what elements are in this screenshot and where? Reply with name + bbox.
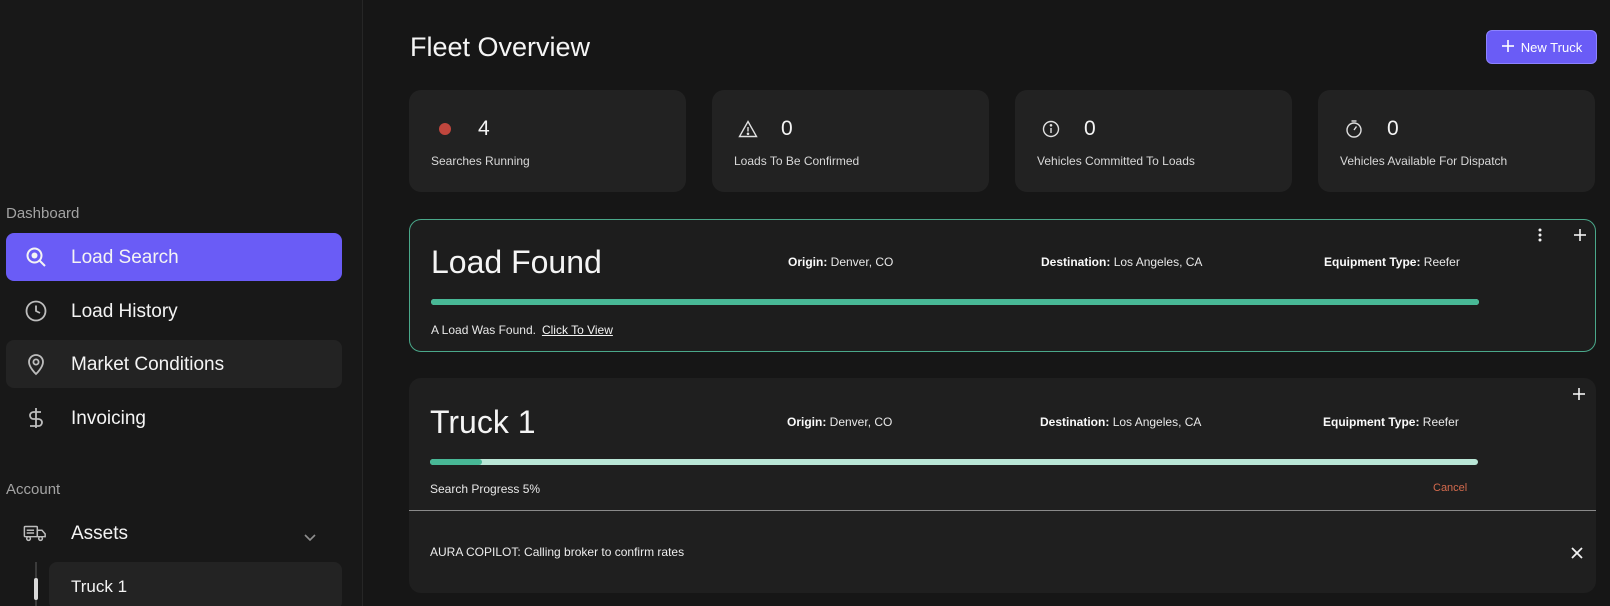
dashboard-section-label: Dashboard xyxy=(6,205,80,222)
stat-card-vehicles-committed: 0 Vehicles Committed To Loads xyxy=(1015,90,1292,192)
map-pin-icon xyxy=(24,352,48,376)
account-section-label: Account xyxy=(6,481,61,498)
new-truck-button[interactable]: New Truck xyxy=(1486,30,1597,64)
stat-value: 4 xyxy=(478,117,490,140)
truck-card: Truck 1 Origin: Denver, CO Destination: … xyxy=(409,378,1596,593)
info-icon xyxy=(1041,119,1061,139)
stat-value: 0 xyxy=(1084,117,1096,140)
stat-card-searches-running: 4 Searches Running xyxy=(409,90,686,192)
tree-active-marker xyxy=(34,578,38,600)
stat-value: 0 xyxy=(1387,117,1399,140)
sidebar-item-label: Load History xyxy=(71,301,178,322)
sidebar-item-load-history[interactable]: Load History xyxy=(6,287,342,335)
sidebar-item-label: Load Search xyxy=(71,247,179,268)
plus-icon xyxy=(1501,39,1515,56)
status-dot-icon xyxy=(439,123,451,135)
page-title: Fleet Overview xyxy=(410,32,591,62)
load-found-card[interactable]: Load Found Origin: Denver, CO Destinatio… xyxy=(409,219,1596,352)
destination-field: Destination: Los Angeles, CA xyxy=(1041,255,1203,269)
sidebar-item-label: Invoicing xyxy=(71,408,146,429)
search-progress-text: Search Progress 5% xyxy=(430,482,541,496)
card-title: Truck 1 xyxy=(430,404,536,440)
stat-card-vehicles-available: 0 Vehicles Available For Dispatch xyxy=(1318,90,1595,192)
warning-icon xyxy=(738,119,758,139)
equipment-field: Equipment Type: Reefer xyxy=(1323,415,1459,429)
plus-icon[interactable] xyxy=(1572,227,1588,243)
stat-label: Vehicles Available For Dispatch xyxy=(1340,154,1508,168)
destination-field: Destination: Los Angeles, CA xyxy=(1040,415,1202,429)
sidebar-subitem-label: Truck 1 xyxy=(71,577,128,596)
sidebar-item-load-search[interactable]: Load Search xyxy=(6,233,342,281)
stat-label: Vehicles Committed To Loads xyxy=(1037,154,1195,168)
divider xyxy=(409,510,1596,511)
search-progress-bar xyxy=(430,459,1478,465)
load-progress-bar xyxy=(431,299,1479,305)
click-to-view-link[interactable]: Click To View xyxy=(542,323,613,337)
origin-field: Origin: Denver, CO xyxy=(788,255,894,269)
truck-icon xyxy=(23,521,47,545)
stat-value: 0 xyxy=(781,117,793,140)
new-truck-label: New Truck xyxy=(1520,39,1583,55)
sidebar-item-invoicing[interactable]: Invoicing xyxy=(6,394,342,442)
sidebar: Dashboard Load Search Load History Marke… xyxy=(0,0,363,606)
sidebar-item-assets[interactable]: Assets xyxy=(6,509,342,557)
more-options-icon[interactable] xyxy=(1532,227,1548,243)
equipment-field: Equipment Type: Reefer xyxy=(1324,255,1460,269)
chevron-down-icon[interactable] xyxy=(301,528,319,546)
load-progress-fill xyxy=(431,299,1479,305)
timer-icon xyxy=(1344,119,1364,139)
cancel-button[interactable]: Cancel xyxy=(1433,482,1467,494)
plus-icon[interactable] xyxy=(1571,386,1587,402)
copilot-status-text: AURA COPILOT: Calling broker to confirm … xyxy=(430,545,685,559)
close-icon[interactable] xyxy=(1569,545,1585,561)
sidebar-item-label: Market Conditions xyxy=(71,354,225,375)
stat-label: Searches Running xyxy=(431,154,530,168)
sidebar-item-market-conditions[interactable]: Market Conditions xyxy=(6,340,342,388)
dollar-icon xyxy=(24,406,48,430)
sidebar-subitem-truck-1[interactable]: Truck 1 xyxy=(49,562,342,606)
load-message: A Load Was Found. Click To View xyxy=(431,323,613,337)
stat-card-loads-to-confirm: 0 Loads To Be Confirmed xyxy=(712,90,989,192)
sidebar-item-label: Assets xyxy=(71,523,129,544)
card-title: Load Found xyxy=(431,244,602,280)
search-progress-fill xyxy=(430,459,483,465)
stat-label: Loads To Be Confirmed xyxy=(734,154,860,168)
search-icon xyxy=(24,245,48,269)
clock-icon xyxy=(24,299,48,323)
origin-field: Origin: Denver, CO xyxy=(787,415,893,429)
